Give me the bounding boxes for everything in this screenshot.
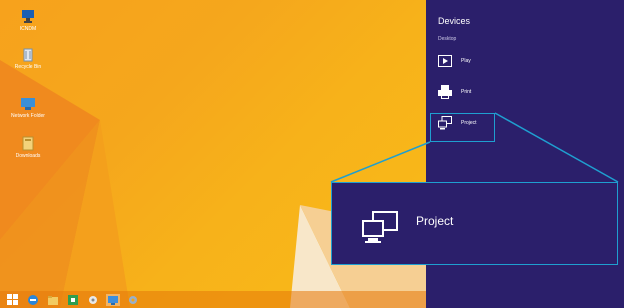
desktop-icon-recycle-bin[interactable]: Recycle Bin (8, 46, 48, 70)
desktop-icon-label: ICNDM (19, 26, 37, 32)
charm-item-label: Print (461, 89, 472, 95)
desktop-icon-folder[interactable]: Downloads (8, 135, 48, 159)
folder-icon (20, 135, 36, 151)
charm-subtitle: Desktop (438, 36, 457, 42)
play-icon (438, 54, 452, 68)
internet-explorer-icon[interactable] (26, 294, 40, 306)
recycle-bin-icon (20, 46, 36, 62)
file-explorer-icon[interactable] (46, 294, 60, 306)
charm-item-play[interactable]: Play (438, 54, 471, 68)
charm-item-print[interactable]: Print (438, 85, 471, 99)
settings-icon[interactable] (126, 294, 140, 306)
project-highlight (430, 113, 495, 142)
project-icon (362, 211, 398, 250)
network-icon (20, 95, 36, 111)
charm-title: Devices (438, 16, 471, 26)
taskbar (0, 291, 426, 308)
desktop-icon-computer[interactable]: ICNDM (8, 8, 48, 32)
desktop-icon-label: Downloads (15, 153, 41, 159)
windows-start-icon[interactable] (6, 293, 20, 306)
network-share-icon[interactable] (106, 293, 120, 306)
desktop-icon-label: Network Folder (11, 113, 45, 119)
desktop-icon-label: Recycle Bin (14, 64, 42, 70)
store-icon[interactable] (66, 294, 80, 306)
charm-item-label: Play (461, 58, 471, 64)
screen: ICNDM Recycle Bin Network Folder Downloa… (0, 0, 624, 308)
project-zoom-callout[interactable]: Project (331, 182, 618, 265)
printer-icon (438, 85, 452, 99)
project-zoom-label: Project (416, 214, 454, 228)
desktop-icon-network[interactable]: Network Folder (8, 95, 48, 119)
computer-icon (20, 8, 36, 24)
media-icon[interactable] (86, 294, 100, 306)
